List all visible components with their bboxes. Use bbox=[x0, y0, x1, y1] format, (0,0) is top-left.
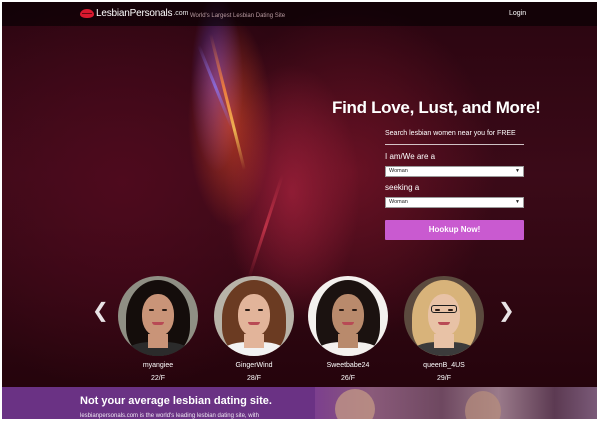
dropdown-caret-icon: ▼ bbox=[515, 199, 520, 205]
avatar-mouth bbox=[438, 322, 450, 325]
avatar-face bbox=[238, 294, 270, 336]
band-photo bbox=[315, 387, 597, 419]
site-logo[interactable]: LesbianPersonals .com bbox=[80, 8, 188, 19]
lips-icon bbox=[80, 9, 94, 18]
seeking-select-value: Woman bbox=[389, 199, 408, 205]
band-title: Not your average lesbian dating site. bbox=[80, 395, 272, 407]
profile-age-gender: 29/F bbox=[436, 375, 451, 382]
divider bbox=[385, 144, 524, 145]
hero-background bbox=[2, 2, 597, 387]
avatar-mouth bbox=[342, 322, 354, 325]
page-frame: LesbianPersonals .com World's Largest Le… bbox=[2, 2, 597, 419]
hero-light-streak bbox=[247, 174, 284, 280]
avatar-eye bbox=[245, 309, 250, 311]
hero-light-streak bbox=[209, 33, 246, 171]
band-text: lesbianpersonals.com is the world's lead… bbox=[80, 413, 259, 419]
site-tagline: World's Largest Lesbian Dating Site bbox=[190, 13, 286, 19]
profile-card[interactable]: queenB_4US 29/F bbox=[404, 276, 484, 382]
profile-name: GingerWind bbox=[235, 362, 273, 369]
dropdown-caret-icon: ▼ bbox=[515, 168, 520, 174]
profile-name: Sweetbabe24 bbox=[326, 362, 370, 369]
avatar-neck bbox=[338, 334, 358, 348]
avatar-eye bbox=[352, 309, 357, 311]
iam-select[interactable]: Woman ▼ bbox=[385, 166, 524, 177]
profile-name: queenB_4US bbox=[423, 362, 465, 369]
profile-photo bbox=[214, 276, 294, 356]
profile-name: myangiee bbox=[142, 362, 174, 369]
hero-headline: Find Love, Lust, and More! bbox=[332, 98, 541, 117]
profile-card[interactable]: myangiee 22/F bbox=[118, 276, 198, 382]
avatar-eye bbox=[162, 309, 167, 311]
chevron-right-icon: ❯ bbox=[498, 300, 515, 322]
avatar-face bbox=[142, 294, 174, 336]
profile-age-gender: 26/F bbox=[340, 375, 355, 382]
carousel-next-button[interactable]: ❯ bbox=[498, 301, 515, 321]
profile-photo bbox=[308, 276, 388, 356]
iam-select-value: Woman bbox=[389, 168, 408, 174]
profile-card[interactable]: Sweetbabe24 26/F bbox=[308, 276, 388, 382]
search-subhead: Search lesbian women near you for FREE bbox=[385, 130, 516, 137]
profile-photo bbox=[404, 276, 484, 356]
chevron-left-icon: ❮ bbox=[92, 300, 109, 322]
profile-card[interactable]: GingerWind 28/F bbox=[214, 276, 294, 382]
logo-text: LesbianPersonals bbox=[96, 8, 173, 19]
seeking-select[interactable]: Woman ▼ bbox=[385, 197, 524, 208]
avatar-face bbox=[428, 294, 460, 336]
avatar-glasses bbox=[431, 305, 457, 313]
profile-photo bbox=[118, 276, 198, 356]
iam-label: I am/We are a bbox=[385, 152, 436, 161]
login-link[interactable]: Login bbox=[509, 10, 526, 17]
profile-age-gender: 22/F bbox=[150, 375, 165, 382]
logo-tld: .com bbox=[173, 10, 189, 17]
carousel-prev-button[interactable]: ❮ bbox=[92, 301, 109, 321]
profile-age-gender: 28/F bbox=[246, 375, 261, 382]
avatar-eye bbox=[258, 309, 263, 311]
avatar-mouth bbox=[152, 322, 164, 325]
avatar-neck bbox=[434, 334, 454, 348]
avatar-mouth bbox=[248, 322, 260, 325]
seeking-label: seeking a bbox=[385, 183, 420, 192]
hookup-now-button[interactable]: Hookup Now! bbox=[385, 220, 524, 240]
avatar-eye bbox=[149, 309, 154, 311]
avatar-neck bbox=[244, 334, 264, 348]
avatar-eye bbox=[339, 309, 344, 311]
top-bar: LesbianPersonals .com World's Largest Le… bbox=[2, 2, 597, 26]
avatar-neck bbox=[148, 334, 168, 348]
avatar-face bbox=[332, 294, 364, 336]
